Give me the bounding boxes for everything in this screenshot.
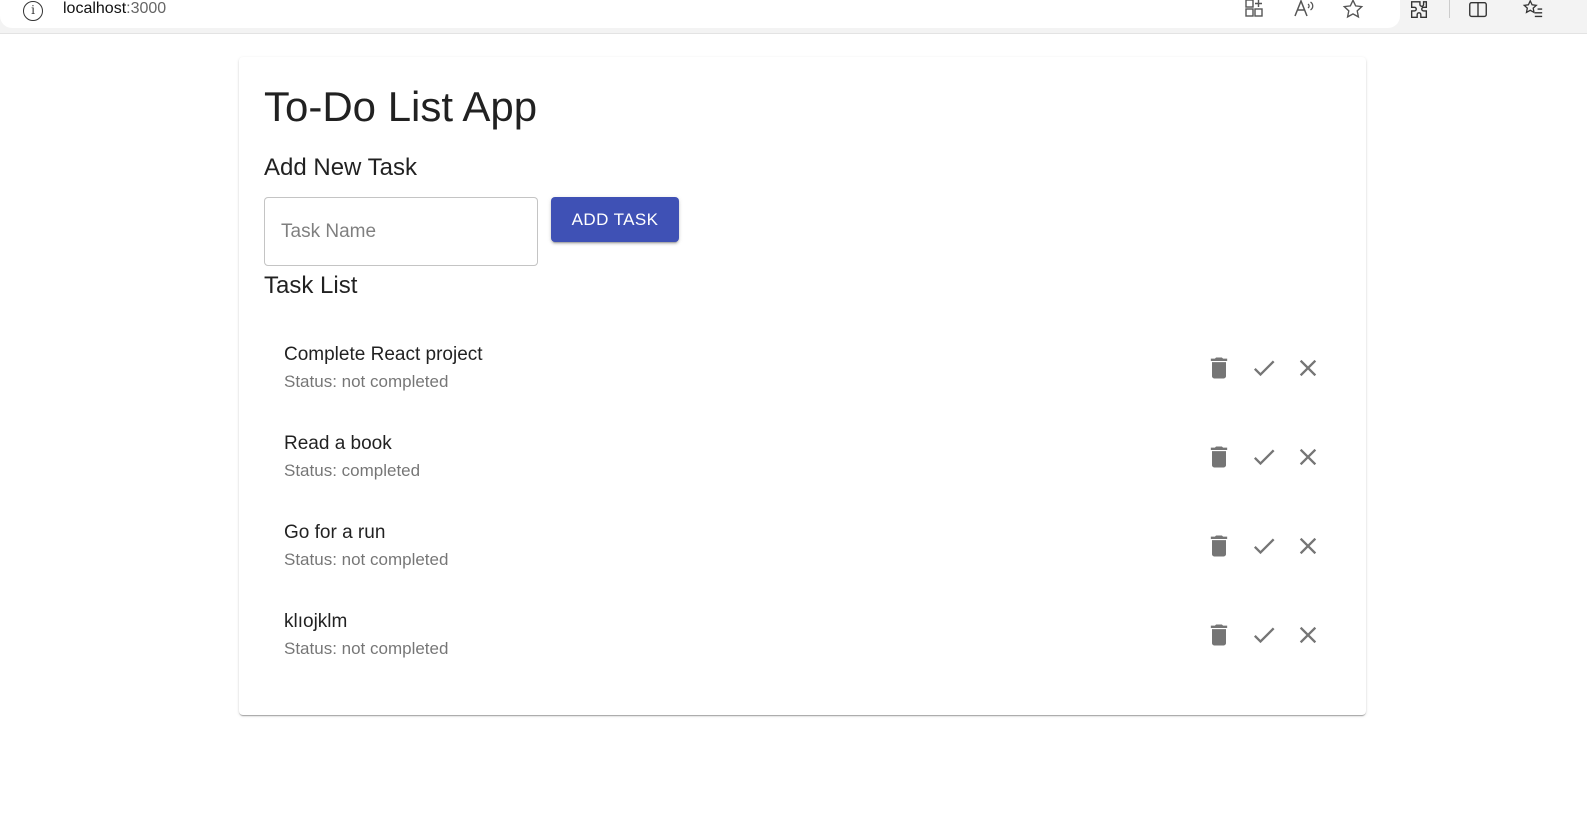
task-list-heading: Task List: [264, 272, 358, 299]
task-status: Status: completed: [284, 461, 421, 480]
delete-icon: [1210, 357, 1228, 379]
read-aloud-icon[interactable]: [1293, 0, 1315, 20]
browser-toolbar: i localhost:3000: [0, 0, 1587, 34]
close-icon: [1299, 448, 1317, 466]
task-actions: [1191, 615, 1341, 655]
task-name-input[interactable]: [264, 197, 538, 266]
toolbar-separator: [1449, 0, 1450, 18]
task-status: Status: not completed: [284, 372, 449, 391]
check-icon: [1253, 449, 1275, 466]
task-list: Complete React project Status: not compl…: [264, 324, 1341, 680]
delete-task-button[interactable]: [1199, 348, 1239, 388]
close-icon: [1299, 537, 1317, 555]
split-screen-icon[interactable]: [1467, 0, 1489, 21]
check-icon: [1253, 627, 1275, 644]
favorite-star-icon[interactable]: [1342, 0, 1364, 20]
app-available-icon[interactable]: [1243, 0, 1265, 20]
close-icon: [1299, 626, 1317, 644]
uncomplete-task-button[interactable]: [1288, 437, 1328, 477]
task-list-item: klıojklm Status: not completed: [264, 591, 1341, 680]
favorites-list-icon[interactable]: [1522, 0, 1544, 21]
task-list-item: Go for a run Status: not completed: [264, 502, 1341, 591]
task-name: Read a book: [284, 433, 392, 454]
extensions-icon[interactable]: [1408, 0, 1430, 21]
check-icon: [1253, 360, 1275, 377]
task-status: Status: not completed: [284, 550, 449, 569]
delete-icon: [1210, 446, 1228, 468]
task-status: Status: not completed: [284, 639, 449, 658]
add-task-heading: Add New Task: [264, 154, 417, 181]
complete-task-button[interactable]: [1244, 348, 1284, 388]
task-actions: [1191, 526, 1341, 566]
add-task-button[interactable]: ADD TASK: [551, 197, 679, 242]
task-actions: [1191, 437, 1341, 477]
task-name: Go for a run: [284, 522, 386, 543]
task-actions: [1191, 348, 1341, 388]
url-port: :3000: [126, 0, 167, 17]
address-bar[interactable]: i localhost:3000: [0, 0, 1400, 28]
complete-task-button[interactable]: [1244, 437, 1284, 477]
delete-task-button[interactable]: [1199, 526, 1239, 566]
delete-icon: [1210, 624, 1228, 646]
address-url[interactable]: localhost:3000: [63, 0, 166, 18]
complete-task-button[interactable]: [1244, 526, 1284, 566]
delete-icon: [1210, 535, 1228, 557]
delete-task-button[interactable]: [1199, 437, 1239, 477]
url-host: localhost: [63, 0, 127, 17]
task-list-item: Read a book Status: completed: [264, 413, 1341, 502]
uncomplete-task-button[interactable]: [1288, 615, 1328, 655]
uncomplete-task-button[interactable]: [1288, 526, 1328, 566]
task-list-item: Complete React project Status: not compl…: [264, 324, 1341, 413]
task-name: klıojklm: [284, 611, 348, 632]
page-title: To-Do List App: [264, 83, 538, 130]
task-name: Complete React project: [284, 344, 483, 365]
complete-task-button[interactable]: [1244, 615, 1284, 655]
close-icon: [1299, 359, 1317, 377]
delete-task-button[interactable]: [1199, 615, 1239, 655]
uncomplete-task-button[interactable]: [1288, 348, 1328, 388]
check-icon: [1253, 538, 1275, 555]
site-info-icon[interactable]: i: [23, 1, 43, 21]
todo-card: To-Do List App Add New Task ADD TASK Tas…: [239, 57, 1366, 715]
